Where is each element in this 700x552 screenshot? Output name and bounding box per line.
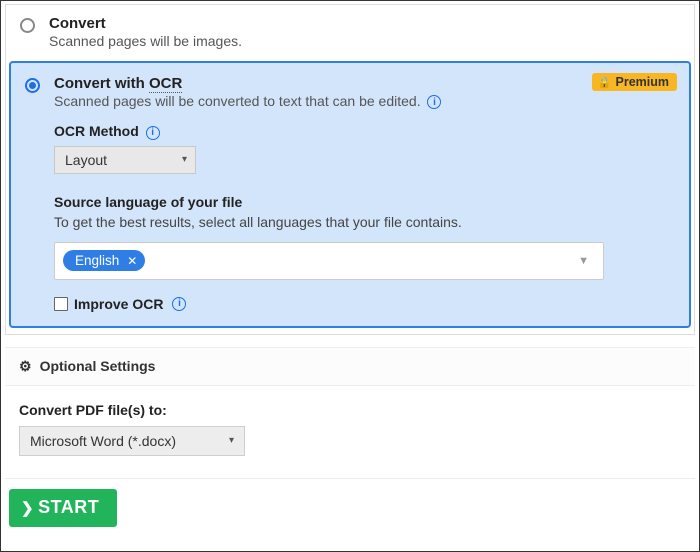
language-chip-english[interactable]: English ✕ <box>63 250 145 271</box>
option-convert-ocr[interactable]: Convert with OCR Scanned pages will be c… <box>9 61 691 328</box>
improve-ocr-checkbox[interactable] <box>54 297 68 311</box>
option-ocr-sub: Scanned pages will be converted to text … <box>54 93 604 109</box>
convert-to-label: Convert PDF file(s) to: <box>19 402 681 418</box>
info-icon[interactable]: i <box>427 95 441 109</box>
info-icon[interactable]: i <box>172 297 186 311</box>
language-chip-label: English <box>75 253 119 268</box>
ocr-method-label: OCR Method i <box>54 123 604 139</box>
premium-badge[interactable]: 🔒 Premium <box>592 73 677 91</box>
radio-convert-ocr[interactable] <box>25 78 40 93</box>
convert-to-select[interactable]: Microsoft Word (*.docx) ▾ <box>19 426 245 456</box>
info-icon[interactable]: i <box>146 126 160 140</box>
close-icon[interactable]: ✕ <box>127 254 137 268</box>
radio-convert-basic[interactable] <box>20 18 35 33</box>
improve-ocr-label: Improve OCR <box>74 296 163 312</box>
ocr-method-select[interactable]: Layout ▾ <box>54 146 196 174</box>
source-language-label: Source language of your file <box>54 194 604 210</box>
chevron-down-icon[interactable]: ▼ <box>578 255 595 267</box>
chevron-down-icon: ▾ <box>229 435 234 446</box>
source-language-select[interactable]: English ✕ ▼ <box>54 242 604 280</box>
optional-settings-title: Optional Settings <box>40 358 156 374</box>
option-ocr-title: Convert with OCR <box>54 75 604 92</box>
option-basic-sub: Scanned pages will be images. <box>49 33 680 49</box>
start-button-label: START <box>38 497 99 518</box>
chevron-down-icon: ▾ <box>182 154 187 165</box>
optional-settings-header[interactable]: ⚙ Optional Settings <box>5 347 695 386</box>
start-button[interactable]: ❯ START <box>9 489 117 527</box>
source-language-hint: To get the best results, select all lang… <box>54 214 604 230</box>
premium-label: Premium <box>616 75 670 89</box>
option-convert-basic[interactable]: Convert Scanned pages will be images. <box>6 5 694 61</box>
convert-to-value: Microsoft Word (*.docx) <box>30 433 176 449</box>
lock-icon: 🔒 <box>598 76 612 89</box>
ocr-method-value: Layout <box>65 152 107 168</box>
gear-icon: ⚙ <box>19 358 32 375</box>
divider <box>5 478 695 479</box>
option-basic-title: Convert <box>49 15 680 32</box>
chevron-right-icon: ❯ <box>21 499 34 517</box>
